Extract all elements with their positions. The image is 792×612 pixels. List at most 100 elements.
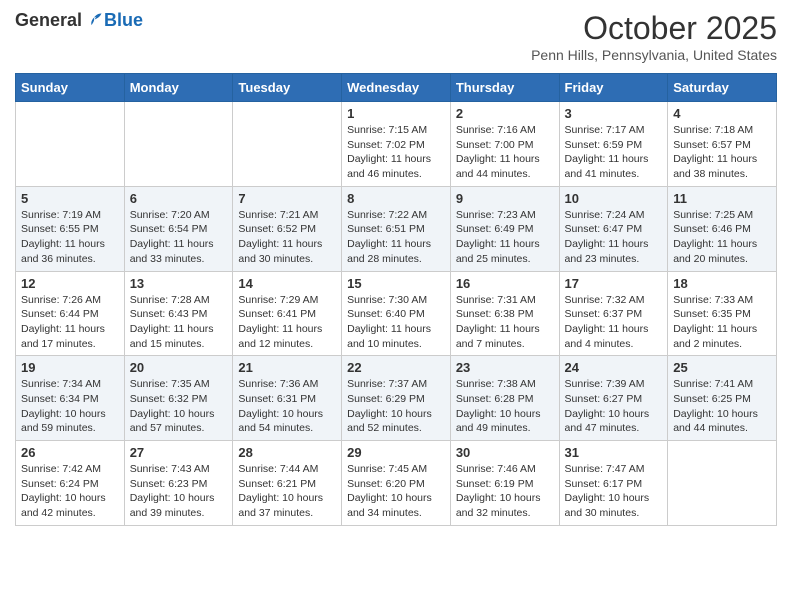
table-row: 15 Sunrise: 7:30 AMSunset: 6:40 PMDayligh… [342,271,451,356]
col-thursday: Thursday [450,74,559,102]
day-info: Sunrise: 7:16 AMSunset: 7:00 PMDaylight:… [456,123,554,182]
calendar-week-row: 5Sunrise: 7:19 AMSunset: 6:55 PMDaylight… [16,186,777,271]
day-number: 22 [347,360,445,375]
table-row [233,102,342,187]
day-info: Sunrise: 7:22 AMSunset: 6:51 PMDaylight:… [347,208,445,267]
table-row: 18Sunrise: 7:33 AMSunset: 6:35 PMDayligh… [668,271,777,356]
header: General Blue October 2025 Penn Hills, Pe… [15,10,777,63]
table-row: 27Sunrise: 7:43 AMSunset: 6:23 PMDayligh… [124,441,233,526]
table-row: 16 Sunrise: 7:31 AMSunset: 6:38 PMDayligh… [450,271,559,356]
day-number: 28 [238,445,336,460]
day-number: 23 [456,360,554,375]
day-info: Sunrise: 7:26 AMSunset: 6:44 PMDaylight:… [21,293,119,352]
table-row: 7 Sunrise: 7:21 AMSunset: 6:52 PMDaylight… [233,186,342,271]
day-number: 8 [347,191,445,206]
day-info: Sunrise: 7:43 AMSunset: 6:23 PMDaylight:… [130,462,228,521]
logo-blue-text: Blue [104,10,143,31]
day-info: Sunrise: 7:41 AMSunset: 6:25 PMDaylight:… [673,377,771,436]
table-row: 17Sunrise: 7:32 AMSunset: 6:37 PMDayligh… [559,271,668,356]
col-friday: Friday [559,74,668,102]
day-info: Sunrise: 7:47 AMSunset: 6:17 PMDaylight:… [565,462,663,521]
day-number: 30 [456,445,554,460]
table-row [16,102,125,187]
day-number: 25 [673,360,771,375]
day-info: Sunrise: 7:21 AMSunset: 6:52 PMDaylight:… [238,208,336,267]
table-row [668,441,777,526]
day-info: Sunrise: 7:33 AMSunset: 6:35 PMDaylight:… [673,293,771,352]
col-wednesday: Wednesday [342,74,451,102]
table-row: 26 Sunrise: 7:42 AMSunset: 6:24 PMDayligh… [16,441,125,526]
day-number: 24 [565,360,663,375]
table-row: 22 Sunrise: 7:37 AMSunset: 6:29 PMDayligh… [342,356,451,441]
day-info: Sunrise: 7:39 AMSunset: 6:27 PMDaylight:… [565,377,663,436]
day-number: 3 [565,106,663,121]
title-area: October 2025 Penn Hills, Pennsylvania, U… [531,10,777,63]
location: Penn Hills, Pennsylvania, United States [531,47,777,63]
col-saturday: Saturday [668,74,777,102]
day-number: 20 [130,360,228,375]
table-row: 21Sunrise: 7:36 AMSunset: 6:31 PMDayligh… [233,356,342,441]
calendar-header-row: Sunday Monday Tuesday Wednesday Thursday… [16,74,777,102]
table-row: 19 Sunrise: 7:34 AMSunset: 6:34 PMDayligh… [16,356,125,441]
day-number: 10 [565,191,663,206]
day-number: 15 [347,276,445,291]
day-number: 12 [21,276,119,291]
day-info: Sunrise: 7:35 AMSunset: 6:32 PMDaylight:… [130,377,228,436]
calendar: Sunday Monday Tuesday Wednesday Thursday… [15,73,777,526]
day-number: 14 [238,276,336,291]
table-row: 12 Sunrise: 7:26 AMSunset: 6:44 PMDayligh… [16,271,125,356]
day-number: 31 [565,445,663,460]
day-number: 9 [456,191,554,206]
table-row: 6 Sunrise: 7:20 AMSunset: 6:54 PMDaylight… [124,186,233,271]
logo: General Blue [15,10,143,31]
day-number: 26 [21,445,119,460]
table-row: 2 Sunrise: 7:16 AMSunset: 7:00 PMDaylight… [450,102,559,187]
day-info: Sunrise: 7:38 AMSunset: 6:28 PMDaylight:… [456,377,554,436]
col-tuesday: Tuesday [233,74,342,102]
table-row: 13 Sunrise: 7:28 AMSunset: 6:43 PMDayligh… [124,271,233,356]
day-info: Sunrise: 7:34 AMSunset: 6:34 PMDaylight:… [21,377,119,436]
day-info: Sunrise: 7:23 AMSunset: 6:49 PMDaylight:… [456,208,554,267]
col-sunday: Sunday [16,74,125,102]
calendar-week-row: 1 Sunrise: 7:15 AMSunset: 7:02 PMDaylight… [16,102,777,187]
day-info: Sunrise: 7:30 AMSunset: 6:40 PMDaylight:… [347,293,445,352]
table-row: 10 Sunrise: 7:24 AMSunset: 6:47 PMDayligh… [559,186,668,271]
logo-general-text: General [15,10,82,31]
table-row: 5Sunrise: 7:19 AMSunset: 6:55 PMDaylight… [16,186,125,271]
day-info: Sunrise: 7:31 AMSunset: 6:38 PMDaylight:… [456,293,554,352]
table-row: 4Sunrise: 7:18 AMSunset: 6:57 PMDaylight… [668,102,777,187]
table-row: 23 Sunrise: 7:38 AMSunset: 6:28 PMDayligh… [450,356,559,441]
day-number: 21 [238,360,336,375]
day-number: 19 [21,360,119,375]
day-number: 6 [130,191,228,206]
table-row: 29Sunrise: 7:45 AMSunset: 6:20 PMDayligh… [342,441,451,526]
table-row: 31 Sunrise: 7:47 AMSunset: 6:17 PMDayligh… [559,441,668,526]
day-info: Sunrise: 7:24 AMSunset: 6:47 PMDaylight:… [565,208,663,267]
table-row [124,102,233,187]
day-number: 7 [238,191,336,206]
day-info: Sunrise: 7:20 AMSunset: 6:54 PMDaylight:… [130,208,228,267]
day-info: Sunrise: 7:42 AMSunset: 6:24 PMDaylight:… [21,462,119,521]
day-info: Sunrise: 7:28 AMSunset: 6:43 PMDaylight:… [130,293,228,352]
day-number: 29 [347,445,445,460]
day-number: 16 [456,276,554,291]
table-row: 3Sunrise: 7:17 AMSunset: 6:59 PMDaylight… [559,102,668,187]
table-row: 1 Sunrise: 7:15 AMSunset: 7:02 PMDaylight… [342,102,451,187]
day-info: Sunrise: 7:32 AMSunset: 6:37 PMDaylight:… [565,293,663,352]
calendar-week-row: 26 Sunrise: 7:42 AMSunset: 6:24 PMDayligh… [16,441,777,526]
table-row: 28Sunrise: 7:44 AMSunset: 6:21 PMDayligh… [233,441,342,526]
day-info: Sunrise: 7:15 AMSunset: 7:02 PMDaylight:… [347,123,445,182]
day-number: 11 [673,191,771,206]
table-row: 9 Sunrise: 7:23 AMSunset: 6:49 PMDaylight… [450,186,559,271]
page: General Blue October 2025 Penn Hills, Pe… [0,0,792,612]
table-row: 25 Sunrise: 7:41 AMSunset: 6:25 PMDayligh… [668,356,777,441]
calendar-week-row: 12 Sunrise: 7:26 AMSunset: 6:44 PMDayligh… [16,271,777,356]
day-number: 1 [347,106,445,121]
day-number: 2 [456,106,554,121]
month-title: October 2025 [531,10,777,47]
day-number: 13 [130,276,228,291]
day-number: 4 [673,106,771,121]
day-info: Sunrise: 7:25 AMSunset: 6:46 PMDaylight:… [673,208,771,267]
day-info: Sunrise: 7:46 AMSunset: 6:19 PMDaylight:… [456,462,554,521]
day-info: Sunrise: 7:37 AMSunset: 6:29 PMDaylight:… [347,377,445,436]
